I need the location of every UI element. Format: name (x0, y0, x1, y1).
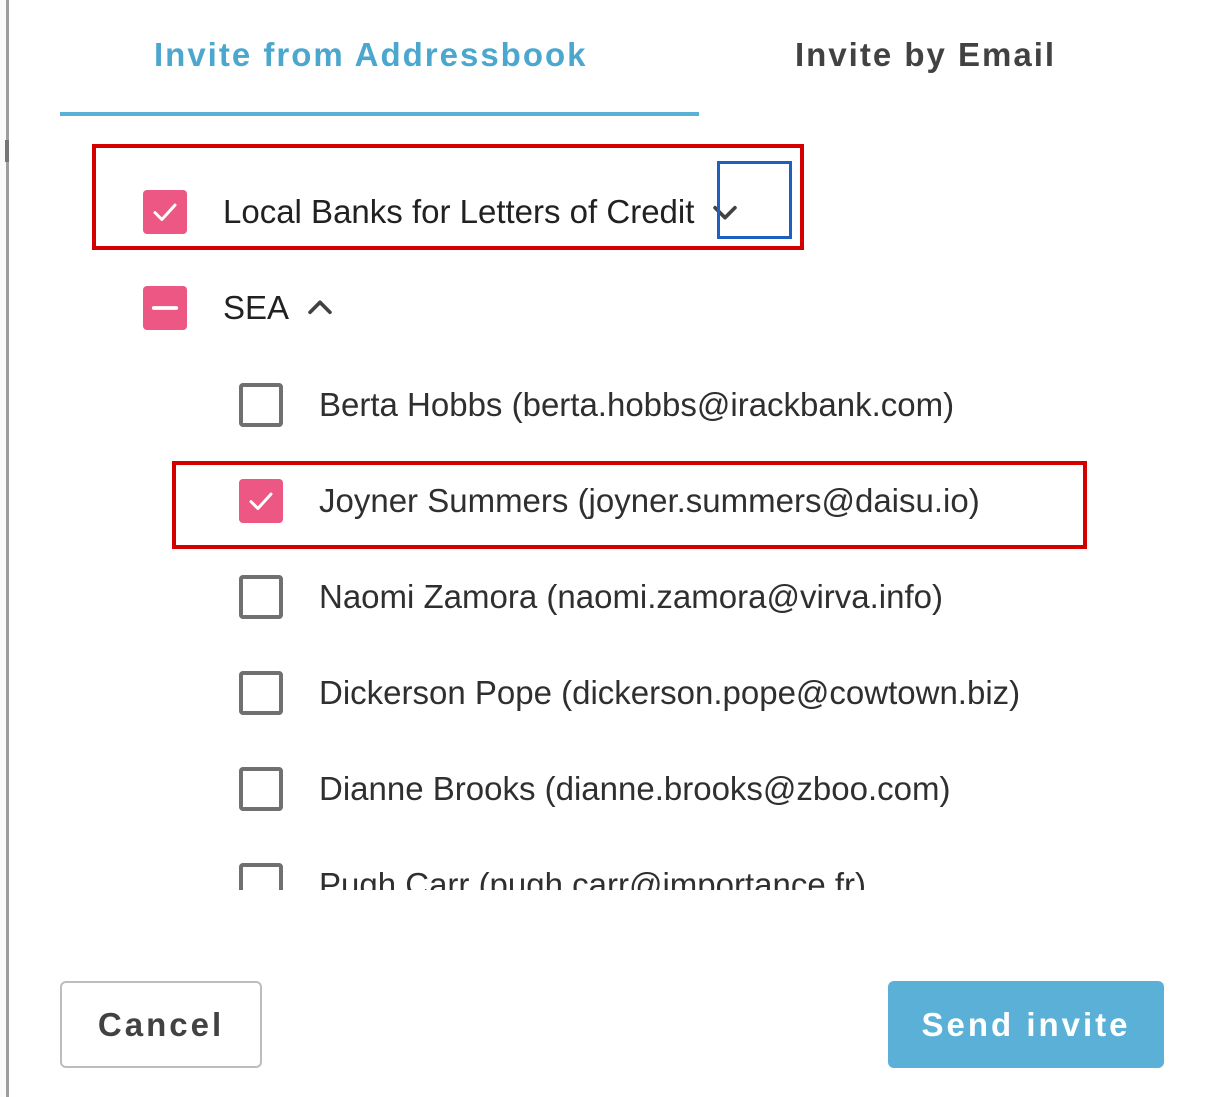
indeterminate-icon (151, 306, 179, 310)
contact-label: Dianne Brooks (dianne.brooks@zboo.com) (319, 770, 951, 807)
contact-row: Berta Hobbs (berta.hobbs@irackbank.com) (239, 375, 954, 435)
group-row-sea: SEA (143, 278, 337, 338)
contact-label: Pugh Carr (pugh.carr@importance.fr) (319, 866, 867, 890)
contact-checkbox[interactable] (239, 671, 283, 715)
highlight-box-contact (172, 461, 1087, 549)
contact-checkbox[interactable] (239, 767, 283, 811)
highlight-box-chevron (717, 161, 792, 239)
contact-row: Dianne Brooks (dianne.brooks@zboo.com) (239, 759, 950, 819)
contact-label: Naomi Zamora (naomi.zamora@virva.info) (319, 578, 944, 615)
contact-row: Dickerson Pope (dickerson.pope@cowtown.b… (239, 663, 1020, 723)
cancel-button[interactable]: Cancel (60, 981, 262, 1068)
contact-row: Naomi Zamora (naomi.zamora@virva.info) (239, 567, 943, 627)
contact-label: Dickerson Pope (dickerson.pope@cowtown.b… (319, 674, 1021, 711)
send-invite-button[interactable]: Send invite (888, 981, 1164, 1068)
contact-checkbox[interactable] (239, 575, 283, 619)
highlight-box-group (92, 144, 804, 250)
active-tab-indicator (60, 112, 699, 116)
tab-invite-by-email[interactable]: Invite by Email (795, 36, 1056, 74)
contact-checkbox[interactable] (239, 383, 283, 427)
contact-label: Berta Hobbs (berta.hobbs@irackbank.com) (319, 386, 955, 423)
contact-row: Pugh Carr (pugh.carr@importance.fr) (239, 855, 866, 890)
tab-invite-from-addressbook[interactable]: Invite from Addressbook (154, 36, 588, 74)
chevron-up-icon[interactable] (303, 291, 337, 325)
tab-bar: Invite from Addressbook Invite by Email (60, 0, 1140, 118)
group-label-sea: SEA (223, 289, 290, 326)
group-checkbox-sea[interactable] (143, 286, 187, 330)
contact-checkbox[interactable] (239, 863, 283, 890)
